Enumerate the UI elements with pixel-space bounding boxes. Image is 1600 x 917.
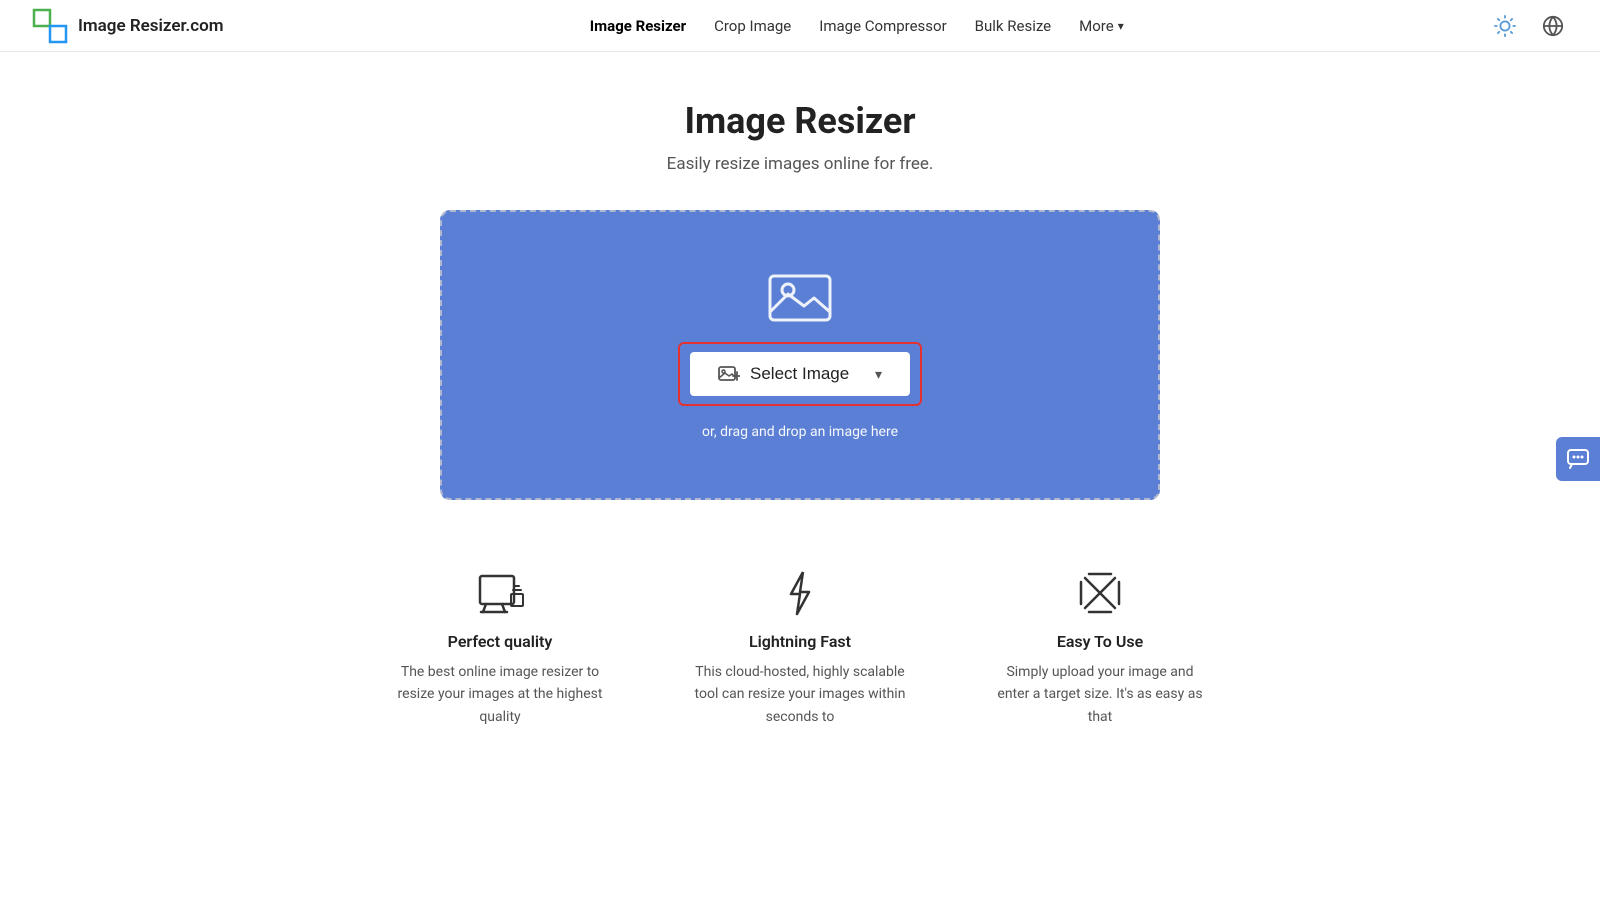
perfect-quality-icon (475, 568, 525, 618)
easy-to-use-icon (1075, 568, 1125, 618)
nav-image-compressor[interactable]: Image Compressor (819, 17, 946, 35)
hero-subtitle: Easily resize images online for free. (0, 154, 1600, 174)
nav-crop-image[interactable]: Crop Image (714, 17, 791, 35)
feature-lightning-fast: Lightning Fast This cloud-hosted, highly… (690, 568, 910, 728)
chat-button[interactable] (1556, 437, 1600, 481)
nav-more[interactable]: More ▾ (1079, 17, 1124, 35)
feature-lightning-fast-title: Lightning Fast (749, 632, 851, 651)
logo[interactable]: Image Resizer.com (32, 8, 224, 44)
feature-lightning-fast-desc: This cloud-hosted, highly scalable tool … (690, 661, 910, 728)
sun-icon (1494, 15, 1516, 37)
upload-section: Select Image ▾ or, drag and drop an imag… (0, 210, 1600, 548)
select-image-label: Select Image (750, 364, 849, 384)
globe-icon (1542, 15, 1564, 37)
hero-section: Image Resizer Easily resize images onlin… (0, 52, 1600, 210)
chevron-down-icon: ▾ (1118, 19, 1124, 33)
theme-toggle-button[interactable] (1490, 11, 1520, 41)
features-section: Perfect quality The best online image re… (0, 548, 1600, 728)
lightning-fast-icon (775, 568, 825, 618)
feature-perfect-quality-title: Perfect quality (448, 632, 553, 651)
feature-easy-to-use-title: Easy To Use (1057, 632, 1143, 651)
drop-zone[interactable]: Select Image ▾ or, drag and drop an imag… (440, 210, 1160, 500)
select-image-wrapper: Select Image ▾ (678, 342, 922, 406)
logo-icon (32, 8, 68, 44)
nav-bulk-resize[interactable]: Bulk Resize (975, 17, 1051, 35)
feature-easy-to-use-desc: Simply upload your image and enter a tar… (990, 661, 1210, 728)
feature-perfect-quality: Perfect quality The best online image re… (390, 568, 610, 728)
select-image-icon (718, 364, 740, 384)
dropdown-chevron-icon: ▾ (875, 366, 882, 383)
chat-icon (1566, 447, 1590, 471)
nav-icons (1490, 11, 1568, 41)
select-image-button[interactable]: Select Image ▾ (690, 352, 910, 396)
image-placeholder-icon (768, 270, 832, 324)
feature-perfect-quality-desc: The best online image resizer to resize … (390, 661, 610, 728)
drag-drop-text: or, drag and drop an image here (702, 424, 898, 440)
page-title: Image Resizer (0, 100, 1600, 142)
nav-links: Image Resizer Crop Image Image Compresso… (590, 17, 1124, 35)
feature-easy-to-use: Easy To Use Simply upload your image and… (990, 568, 1210, 728)
nav-image-resizer[interactable]: Image Resizer (590, 17, 686, 35)
language-button[interactable] (1538, 11, 1568, 41)
brand-name: Image Resizer.com (78, 16, 224, 36)
